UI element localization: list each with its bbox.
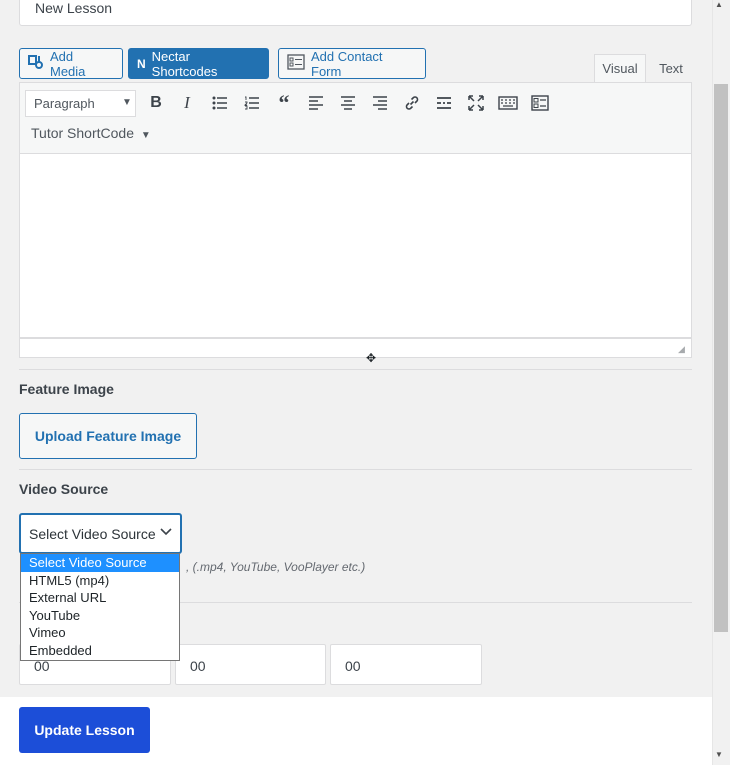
upload-feature-image-button[interactable]: Upload Feature Image: [19, 413, 197, 459]
toolbar-toggle-icon[interactable]: [528, 92, 552, 114]
scroll-up-icon[interactable]: ▲: [715, 0, 723, 9]
align-center-icon[interactable]: [336, 92, 360, 114]
add-contact-form-button[interactable]: Add Contact Form: [278, 48, 426, 79]
option-embedded[interactable]: Embedded: [21, 642, 179, 660]
tab-visual[interactable]: Visual: [594, 54, 646, 82]
blockquote-icon[interactable]: “: [272, 90, 296, 115]
divider: [19, 469, 692, 470]
caret-down-icon: ▼: [122, 97, 132, 108]
seconds-input[interactable]: 00: [330, 644, 482, 685]
align-left-icon[interactable]: [304, 92, 328, 114]
video-source-select[interactable]: Select Video Source: [19, 513, 182, 554]
contact-form-label: Add Contact Form: [311, 48, 383, 79]
resize-handle-icon[interactable]: ◢: [678, 344, 685, 355]
tutor-shortcode-label: Tutor ShortCode: [31, 125, 134, 141]
minutes-input[interactable]: 00: [175, 644, 326, 685]
lesson-title-value: New Lesson: [35, 0, 113, 16]
link-icon[interactable]: [400, 92, 424, 114]
paragraph-format-select[interactable]: Paragraph: [25, 90, 136, 117]
add-media-label: Add Media: [50, 48, 86, 79]
video-source-hint: , (.mp4, YouTube, VooPlayer etc.): [186, 560, 366, 574]
numbered-list-icon[interactable]: [240, 92, 264, 114]
option-html5[interactable]: HTML5 (mp4): [21, 572, 179, 590]
lesson-title-input[interactable]: New Lesson: [19, 0, 692, 26]
align-right-icon[interactable]: [368, 92, 392, 114]
tab-text[interactable]: Text: [650, 54, 692, 82]
tutor-shortcode-menu[interactable]: Tutor ShortCode ▼: [31, 125, 151, 141]
editor-content-area[interactable]: [19, 154, 692, 338]
video-source-label: Video Source: [19, 481, 109, 497]
italic-icon[interactable]: I: [175, 92, 199, 114]
chevron-down-icon: [160, 527, 172, 539]
bold-icon[interactable]: B: [144, 92, 168, 114]
update-lesson-button[interactable]: Update Lesson: [19, 707, 150, 753]
add-media-button[interactable]: Add Media: [19, 48, 123, 79]
scrollbar-thumb[interactable]: [714, 84, 728, 632]
media-icon: [28, 54, 44, 73]
minutes-value: 00: [190, 658, 206, 674]
video-source-selected: Select Video Source: [29, 525, 156, 542]
caret-down-icon: ▼: [140, 130, 151, 141]
option-external-url[interactable]: External URL: [21, 589, 179, 607]
video-source-options: Select Video Source HTML5 (mp4) External…: [20, 553, 180, 661]
nectar-shortcodes-button[interactable]: N Nectar Shortcodes: [128, 48, 269, 79]
keyboard-icon[interactable]: [496, 92, 520, 114]
scroll-down-icon[interactable]: ▼: [715, 750, 723, 759]
option-youtube[interactable]: YouTube: [21, 607, 179, 625]
read-more-icon[interactable]: [432, 92, 456, 114]
fullscreen-icon[interactable]: [464, 92, 488, 114]
seconds-value: 00: [345, 658, 361, 674]
editor-statusbar: [19, 338, 692, 358]
form-icon: [287, 54, 305, 73]
divider: [19, 369, 692, 370]
nectar-label: Nectar Shortcodes: [151, 48, 218, 79]
feature-image-label: Feature Image: [19, 381, 114, 397]
option-select-video-source[interactable]: Select Video Source: [21, 554, 179, 572]
nectar-icon: N: [137, 56, 146, 71]
move-cursor-icon: ✥: [366, 351, 377, 365]
option-vimeo[interactable]: Vimeo: [21, 624, 179, 642]
bullet-list-icon[interactable]: [208, 92, 232, 114]
